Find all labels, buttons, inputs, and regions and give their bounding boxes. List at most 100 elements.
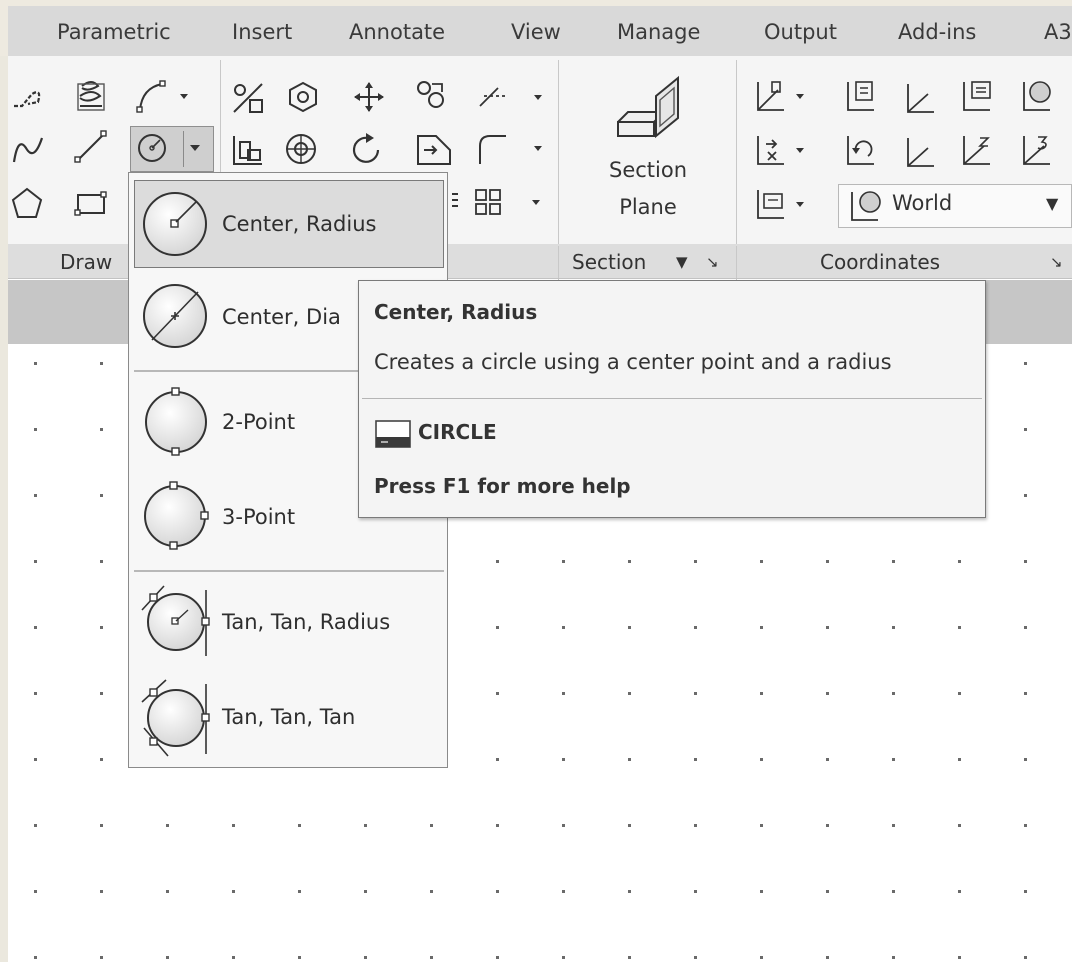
panel-title-section[interactable]: Section bbox=[572, 246, 646, 278]
section-expand-arrow-icon[interactable]: ▼ bbox=[676, 246, 688, 278]
fillet-icon[interactable] bbox=[476, 132, 546, 166]
grid-dot bbox=[430, 890, 433, 893]
menu-item-3-point[interactable]: 3-Point bbox=[222, 505, 295, 529]
grid-dot bbox=[1024, 692, 1027, 695]
grid-dot bbox=[628, 560, 631, 563]
grid-dot bbox=[562, 626, 565, 629]
ucs-3point-icon[interactable] bbox=[902, 134, 940, 170]
grid-dot bbox=[1024, 626, 1027, 629]
tooltip-help-hint: Press F1 for more help bbox=[374, 474, 631, 498]
grid-dot bbox=[892, 824, 895, 827]
menu-item-tan-tan-radius[interactable]: Tan, Tan, Radius bbox=[222, 610, 390, 634]
grid-dot bbox=[562, 560, 565, 563]
tab-output[interactable]: Output bbox=[764, 6, 837, 56]
menu-item-tan-tan-tan[interactable]: Tan, Tan, Tan bbox=[222, 705, 355, 729]
ucs-combo-arrow-icon[interactable]: ▼ bbox=[1046, 194, 1058, 213]
ucs-face-icon[interactable] bbox=[752, 186, 812, 224]
grid-dot bbox=[826, 824, 829, 827]
stretch-icon[interactable] bbox=[414, 132, 454, 168]
ucs-previous-icon[interactable] bbox=[842, 132, 880, 170]
section-launcher-icon[interactable]: ↘ bbox=[706, 246, 719, 278]
grid-dot bbox=[496, 626, 499, 629]
rectangle-icon[interactable] bbox=[74, 190, 108, 218]
circle-center-radius-icon[interactable] bbox=[140, 190, 212, 262]
section-plane-label-line2[interactable]: Plane bbox=[598, 195, 698, 219]
grid-dot bbox=[892, 692, 895, 695]
grid-dot bbox=[826, 626, 829, 629]
grid-dot bbox=[100, 494, 103, 497]
grid-dot bbox=[34, 758, 37, 761]
3d-rotate-icon[interactable] bbox=[286, 80, 320, 114]
circle-ttt-icon[interactable] bbox=[138, 676, 214, 760]
grid-dot bbox=[562, 956, 565, 959]
circle-2point-icon[interactable] bbox=[140, 384, 212, 460]
ucs-world-icon[interactable] bbox=[902, 80, 940, 116]
panel-title-draw[interactable]: Draw bbox=[60, 246, 112, 278]
grid-dot bbox=[892, 626, 895, 629]
circle-dropdown-arrow-icon[interactable] bbox=[188, 142, 202, 154]
trim-icon[interactable] bbox=[476, 82, 546, 112]
section-plane-icon[interactable] bbox=[612, 72, 686, 152]
line-icon[interactable] bbox=[74, 130, 108, 164]
helix-icon[interactable] bbox=[74, 78, 108, 114]
circle-icon[interactable] bbox=[136, 132, 170, 166]
grid-dot bbox=[760, 692, 763, 695]
tab-add-ins[interactable]: Add-ins bbox=[898, 6, 976, 56]
arc-icon[interactable] bbox=[136, 78, 192, 114]
grid-dot bbox=[34, 626, 37, 629]
grid-dot bbox=[100, 890, 103, 893]
tab-insert[interactable]: Insert bbox=[232, 6, 292, 56]
tab-annotate[interactable]: Annotate bbox=[349, 6, 445, 56]
coordinates-launcher-icon[interactable]: ↘ bbox=[1050, 246, 1063, 278]
tab-view[interactable]: View bbox=[511, 6, 561, 56]
grid-dot bbox=[958, 890, 961, 893]
grid-dot bbox=[232, 956, 235, 959]
ucs-icon[interactable] bbox=[752, 78, 812, 116]
split-divider bbox=[183, 131, 184, 167]
grid-dot bbox=[232, 824, 235, 827]
tooltip-command-name: CIRCLE bbox=[418, 420, 497, 444]
3d-mirror-icon[interactable] bbox=[284, 132, 318, 166]
command-line-icon bbox=[374, 418, 412, 450]
copy-icon[interactable] bbox=[414, 78, 448, 112]
ucs-x-icon[interactable] bbox=[752, 132, 812, 170]
align-icon[interactable] bbox=[230, 132, 266, 168]
menu-item-center-diameter[interactable]: Center, Dia bbox=[222, 305, 341, 329]
array-partial-icon[interactable] bbox=[448, 186, 548, 220]
grid-dot bbox=[1024, 758, 1027, 761]
grid-dot bbox=[496, 560, 499, 563]
section-plane-label-line1[interactable]: Section bbox=[598, 158, 698, 182]
menu-item-center-radius[interactable]: Center, Radius bbox=[222, 212, 376, 236]
ucs-named-icon[interactable] bbox=[842, 78, 880, 116]
grid-dot bbox=[892, 758, 895, 761]
tooltip-title: Center, Radius bbox=[374, 300, 538, 324]
scale-icon[interactable] bbox=[230, 80, 266, 116]
grid-dot bbox=[100, 362, 103, 365]
tab-a360[interactable]: A3 bbox=[1044, 6, 1072, 56]
grid-dot bbox=[628, 758, 631, 761]
tab-manage[interactable]: Manage bbox=[617, 6, 700, 56]
grid-dot bbox=[34, 692, 37, 695]
menu-item-2-point[interactable]: 2-Point bbox=[222, 410, 295, 434]
ucs-combo-value: World bbox=[892, 191, 953, 215]
move-icon[interactable] bbox=[352, 80, 386, 114]
grid-dot bbox=[496, 956, 499, 959]
panel-title-coordinates[interactable]: Coordinates bbox=[820, 246, 940, 278]
ucs-object-icon[interactable] bbox=[958, 78, 996, 116]
rotate-icon[interactable] bbox=[350, 132, 384, 166]
ucs-view-icon[interactable] bbox=[1018, 78, 1072, 116]
grid-dot bbox=[562, 890, 565, 893]
ucs-3-icon[interactable] bbox=[1018, 132, 1072, 170]
grid-dot bbox=[628, 626, 631, 629]
polygon-icon[interactable] bbox=[10, 186, 44, 220]
grid-dot bbox=[34, 956, 37, 959]
circle-3point-icon[interactable] bbox=[140, 478, 212, 554]
spline-icon[interactable] bbox=[12, 132, 48, 166]
tab-parametric[interactable]: Parametric bbox=[57, 6, 171, 56]
polyline-icon[interactable] bbox=[12, 80, 46, 114]
grid-dot bbox=[826, 758, 829, 761]
grid-dot bbox=[958, 626, 961, 629]
ucs-z-icon[interactable] bbox=[958, 132, 996, 170]
circle-ttr-icon[interactable] bbox=[138, 580, 214, 664]
circle-center-diameter-icon[interactable] bbox=[140, 282, 212, 354]
